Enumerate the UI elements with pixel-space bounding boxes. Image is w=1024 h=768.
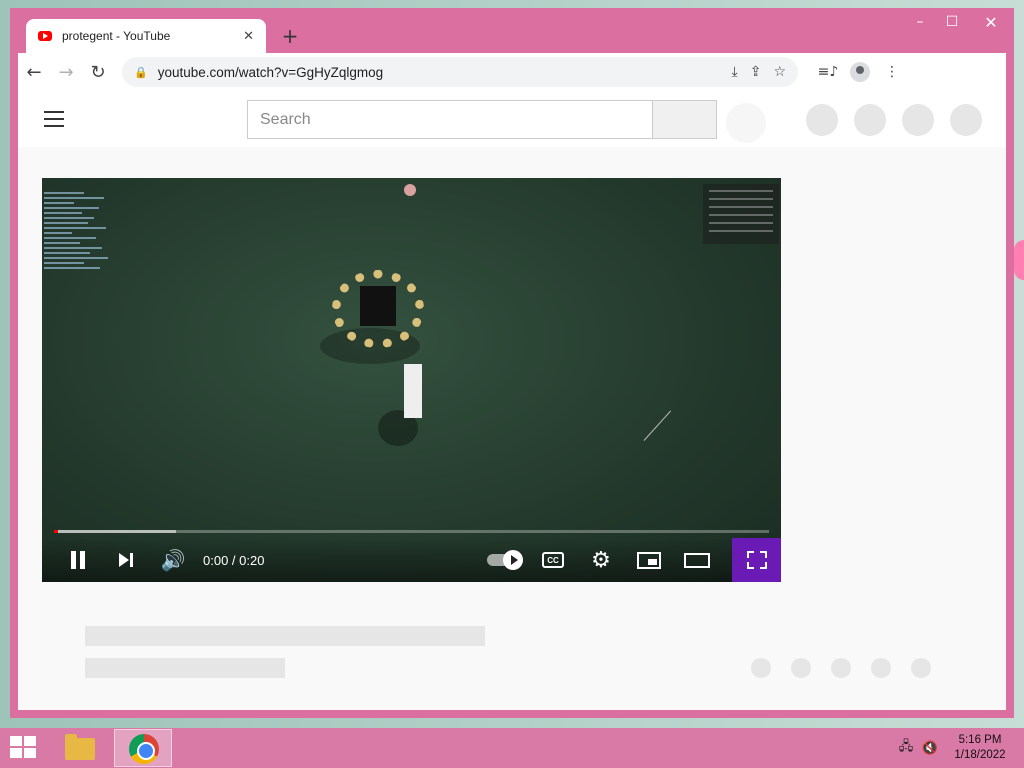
game-character-white [404,364,422,418]
bookmark-star-icon[interactable]: ☆ [773,64,786,80]
taskbar: 🖧 🔇 5:16 PM 1/18/2022 [0,728,1024,768]
clock-date: 1/18/2022 [954,749,1006,761]
minimize-button[interactable]: – [904,8,936,36]
action-skeleton [751,658,771,678]
share-icon[interactable]: ⇪ [750,64,762,80]
volume-muted-icon[interactable]: 🔇 [922,740,938,756]
subtitles-button[interactable]: CC [540,546,566,574]
player-controls: 🔊 0:00 / 0:20 CC ⚙ [42,538,781,582]
chrome-icon [129,734,159,764]
maximize-button[interactable]: ☐ [936,8,968,36]
close-window-button[interactable]: ✕ [968,8,1014,36]
profile-avatar-icon[interactable] [850,62,870,82]
progress-bar[interactable] [54,530,769,533]
lock-icon[interactable]: 🔒 [134,66,148,79]
tab-title: protegent - YouTube [62,29,171,43]
fullscreen-button[interactable] [732,538,781,582]
miniplayer-button[interactable] [634,546,664,574]
browser-toolbar: ← → ↻ 🔒 youtube.com/watch?v=GgHyZqlgmog … [18,53,1006,91]
action-skeleton [831,658,851,678]
header-icon-placeholder[interactable] [854,104,886,136]
fullscreen-icon [746,551,767,569]
system-clock[interactable]: 5:16 PM 1/18/2022 [950,733,1010,763]
search-button[interactable] [653,100,717,139]
action-skeleton [871,658,891,678]
youtube-favicon-icon [38,31,52,41]
chrome-taskbar-button[interactable] [114,729,172,767]
header-icon-placeholder[interactable] [950,104,982,136]
window-controls: – ☐ ✕ [904,8,1014,36]
network-icon[interactable]: 🖧 [898,739,914,756]
media-control-icon[interactable]: ≡♪ [816,60,840,84]
cc-icon: CC [542,552,564,568]
search-placeholder: Search [260,110,311,128]
address-bar[interactable]: 🔒 youtube.com/watch?v=GgHyZqlgmog ⤓ ⇪ ☆ [122,57,798,87]
voice-search-placeholder[interactable] [726,103,766,143]
next-button[interactable] [112,546,140,574]
game-chat-overlay [44,192,114,272]
file-explorer-taskbar-button[interactable] [62,732,98,764]
action-skeleton [911,658,931,678]
settings-gear-icon[interactable]: ⚙ [587,546,615,574]
install-app-icon[interactable]: ⤓ [732,64,738,80]
time-display: 0:00 / 0:20 [203,553,265,568]
clock-time: 5:16 PM [958,734,1002,746]
folder-icon [65,734,95,760]
guide-menu-icon[interactable] [44,111,64,127]
video-player[interactable]: 🔊 0:00 / 0:20 CC ⚙ [42,178,781,582]
forward-button[interactable]: → [50,56,82,88]
game-scoreboard-overlay [703,184,779,244]
meta-skeleton [85,658,285,678]
browser-tab[interactable]: protegent - YouTube ✕ [26,19,266,53]
title-skeleton [85,626,485,646]
game-character-black [360,286,396,326]
youtube-page: Search 🔊 0:00 / 0:20 CC ⚙ [18,91,1006,710]
game-object [404,184,416,196]
pause-button[interactable] [64,546,92,574]
desktop-widget-fragment [1014,240,1024,280]
new-tab-button[interactable]: + [278,24,302,48]
theater-mode-button[interactable] [682,546,712,574]
game-object-stick [643,410,672,441]
browser-window: – ☐ ✕ protegent - YouTube ✕ + ← → ↻ 🔒 yo… [10,8,1014,718]
start-button[interactable] [10,736,38,760]
progress-buffered [54,530,176,533]
autoplay-toggle[interactable] [482,546,523,574]
url-text[interactable]: youtube.com/watch?v=GgHyZqlgmog [158,65,732,80]
progress-played [54,530,59,533]
back-button[interactable]: ← [18,56,50,88]
header-icon-placeholder[interactable] [806,104,838,136]
action-skeleton [791,658,811,678]
browser-menu-icon[interactable]: ⋮ [880,60,904,84]
tab-close-icon[interactable]: ✕ [243,29,254,44]
volume-button[interactable]: 🔊 [158,546,188,574]
search-input[interactable]: Search [247,100,653,139]
header-icon-placeholder[interactable] [902,104,934,136]
reload-button[interactable]: ↻ [82,56,114,88]
next-icon [119,553,133,567]
youtube-header: Search [18,91,1006,147]
